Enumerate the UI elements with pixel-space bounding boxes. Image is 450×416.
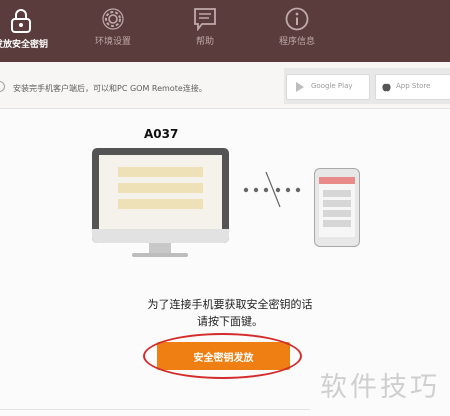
app-store-button[interactable]: App Store <box>375 74 450 100</box>
tab-label: 程序信息 <box>278 37 315 47</box>
connection-dots-icon <box>243 171 301 208</box>
monitor-screen <box>99 155 222 229</box>
play-store-icon <box>296 82 304 92</box>
monitor-base <box>132 253 188 257</box>
tab-label: 发放安全密钥 <box>0 40 48 50</box>
google-play-label: Google Play <box>311 82 353 90</box>
google-play-button[interactable]: Google Play <box>286 74 370 100</box>
info-text: 安装完手机客户端后，可以和PC GOM Remote连接。 <box>13 84 207 93</box>
highlight-ellipse <box>143 333 302 379</box>
chat-bubble-icon <box>194 8 216 31</box>
tab-help[interactable]: 帮助 <box>172 0 238 62</box>
screen-line <box>118 183 203 193</box>
phone-row <box>323 220 351 227</box>
phone-row <box>323 210 351 217</box>
app-store-label: App Store <box>396 82 431 90</box>
screen-line <box>118 199 203 209</box>
instruction-message: 为了连接手机要获取安全密钥的话 请按下面键。 <box>110 296 350 330</box>
lock-icon <box>11 9 31 33</box>
pc-monitor-illustration <box>92 148 229 243</box>
monitor-chin <box>92 229 229 243</box>
warning-icon <box>0 81 5 92</box>
app-store-links: Google Play App Store <box>284 68 450 104</box>
smartphone-illustration <box>314 168 360 247</box>
apple-icon <box>382 83 391 92</box>
bottom-divider <box>0 409 310 410</box>
top-nav-bar: 发放安全密钥 环境设置 帮助 程序信息 <box>0 0 450 62</box>
tab-label: 帮助 <box>195 37 214 47</box>
info-icon <box>285 7 309 31</box>
gear-icon <box>102 8 124 30</box>
message-line-2: 请按下面键。 <box>197 315 263 328</box>
phone-row <box>323 200 351 207</box>
device-name: A037 <box>144 127 179 141</box>
phone-header <box>319 177 355 184</box>
phone-screen <box>319 177 355 237</box>
message-line-1: 为了连接手机要获取安全密钥的话 <box>147 298 313 311</box>
tab-program-info[interactable]: 程序信息 <box>264 0 330 62</box>
phone-row <box>323 190 351 197</box>
tab-label: 环境设置 <box>94 37 131 47</box>
watermark-text: 软件技巧 <box>320 372 440 403</box>
tab-issue-security-key[interactable]: 发放安全密钥 <box>0 0 56 62</box>
screen-line <box>118 167 203 177</box>
tab-environment-settings[interactable]: 环境设置 <box>80 0 146 62</box>
